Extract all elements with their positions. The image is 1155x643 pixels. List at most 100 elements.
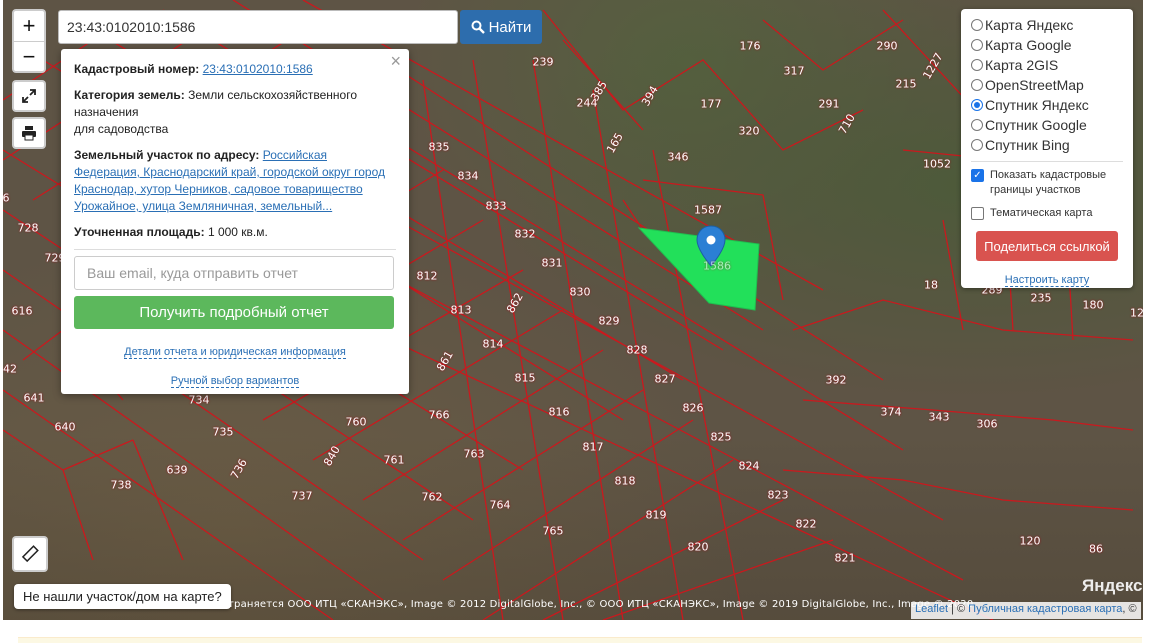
- layer-option-label: Карта 2GIS: [985, 57, 1059, 73]
- find-button-label: Найти: [488, 18, 532, 36]
- cadastral-number-link[interactable]: 23:43:0102010:1586: [203, 62, 313, 76]
- layer-switcher: Карта Яндекс Карта Google Карта 2GIS OpenSt…: [961, 9, 1133, 288]
- parcel-number-label: 812: [416, 269, 438, 283]
- parcel-number-label: 239: [532, 55, 554, 69]
- thematic-map-checkbox[interactable]: [971, 207, 984, 220]
- parcel-number-label: 826: [682, 401, 704, 415]
- divider: [74, 249, 396, 250]
- email-placeholder: Ваш email, куда отправить отчет: [87, 265, 298, 281]
- parcel-number-label: 343: [928, 410, 950, 424]
- parcel-number-label: 762: [421, 490, 443, 504]
- layer-option-label: Спутник Google: [985, 117, 1087, 133]
- cadastral-borders-label: Показать кадастровые границы участков: [990, 169, 1107, 196]
- layer-radio[interactable]: [971, 39, 983, 51]
- parcel-number-label: 616: [11, 304, 33, 318]
- find-button[interactable]: Найти: [460, 10, 542, 44]
- parcel-number-label: 317: [783, 64, 805, 78]
- close-icon[interactable]: ×: [390, 52, 401, 70]
- thematic-map-label: Тематическая карта: [990, 207, 1093, 219]
- parcel-number-label: 641: [23, 391, 45, 405]
- layer-option[interactable]: Карта 2GIS: [971, 55, 1123, 75]
- layer-option[interactable]: Карта Яндекс: [971, 15, 1123, 35]
- share-link-button[interactable]: Поделиться ссылкой: [976, 231, 1118, 261]
- layer-option[interactable]: Спутник Яндекс: [971, 95, 1123, 115]
- layer-option[interactable]: Спутник Bing: [971, 135, 1123, 155]
- parcel-number-label: 18: [924, 278, 938, 292]
- parcel-number-label: 830: [569, 285, 591, 299]
- thematic-map-option[interactable]: Тематическая карта: [971, 206, 1123, 221]
- pkk-link[interactable]: Публичная кадастровая карта: [968, 603, 1122, 615]
- parcel-number-label: 290: [876, 39, 898, 53]
- parcel-number-label: 120: [1019, 534, 1041, 548]
- report-details-link[interactable]: Детали отчета и юридическая информация: [124, 346, 346, 359]
- parcel-number-label: 215: [895, 77, 917, 91]
- parcel-number-label: 834: [457, 169, 479, 183]
- print-button[interactable]: [12, 117, 46, 149]
- attribution-tail: , ©: [1122, 603, 1137, 615]
- parcel-number-label: 291: [818, 97, 840, 111]
- land-use-value: для садоводства: [74, 122, 169, 136]
- configure-map-link[interactable]: Настроить карту: [1004, 274, 1090, 287]
- zoom-control: + −: [12, 9, 46, 73]
- parcel-number-label: 1052: [923, 157, 951, 171]
- zoom-in-button[interactable]: +: [14, 11, 44, 41]
- layer-radio[interactable]: [971, 119, 983, 131]
- parcel-number-label: 828: [626, 343, 648, 357]
- parcel-number-label: 42: [3, 362, 17, 376]
- zoom-out-button[interactable]: −: [14, 41, 44, 71]
- email-field[interactable]: Ваш email, куда отправить отчет: [74, 256, 394, 290]
- map-layer-options: Карта Яндекс Карта Google Карта 2GIS OpenSt…: [971, 15, 1123, 155]
- map-attribution: Leaflet | © Публичная кадастровая карта,…: [911, 602, 1141, 619]
- parcel-number-label: 761: [383, 453, 405, 467]
- manual-selection-link[interactable]: Ручной выбор вариантов: [170, 375, 300, 388]
- cadastral-search-input[interactable]: 23:43:0102010:1586: [58, 10, 458, 44]
- parcel-number-label: 835: [428, 140, 450, 154]
- parcel-number-label: 765: [542, 524, 564, 538]
- ruler-button[interactable]: [12, 536, 48, 572]
- parcel-number-label: 244: [576, 96, 598, 110]
- layer-option-label: Спутник Bing: [985, 137, 1070, 153]
- layer-option[interactable]: OpenStreetMap: [971, 75, 1123, 95]
- leaflet-link[interactable]: Leaflet: [915, 603, 948, 615]
- parcel-number-label: 823: [767, 488, 789, 502]
- layer-option-label: OpenStreetMap: [985, 77, 1084, 93]
- print-icon: [22, 126, 36, 141]
- parcel-info-popup: × Кадастровый номер: 23:43:0102010:1586 …: [61, 49, 409, 394]
- parcel-number-label: 816: [548, 405, 570, 419]
- parcel-number-label: 374: [880, 405, 902, 419]
- parcel-number-label: 827: [654, 372, 676, 386]
- parcel-number-label: 12: [1130, 306, 1143, 320]
- parcel-number-label: 737: [291, 489, 313, 503]
- cadastral-borders-option[interactable]: ✓ Показать кадастровые границы участков: [971, 168, 1123, 198]
- layer-option-label: Спутник Яндекс: [985, 97, 1089, 113]
- layer-radio[interactable]: [971, 99, 983, 111]
- attribution-separator: | ©: [948, 603, 969, 615]
- layer-radio[interactable]: [971, 19, 983, 31]
- parcel-number-label: 6: [3, 191, 10, 205]
- layer-radio[interactable]: [971, 139, 983, 151]
- get-report-button[interactable]: Получить подробный отчет: [74, 296, 394, 329]
- parcel-number-label: 832: [514, 227, 536, 241]
- notice-bar: [18, 637, 1142, 643]
- layer-option[interactable]: Спутник Google: [971, 115, 1123, 135]
- layer-radio[interactable]: [971, 59, 983, 71]
- layer-option[interactable]: Карта Google: [971, 35, 1123, 55]
- parcel-number-label: 814: [482, 337, 504, 351]
- parcel-number-label: 738: [110, 478, 132, 492]
- parcel-number-label: 1587: [694, 203, 722, 217]
- fullscreen-icon: [22, 89, 36, 103]
- layer-option-label: Карта Яндекс: [985, 17, 1074, 33]
- parcel-number-label: 820: [687, 540, 709, 554]
- parcel-number-label: 763: [463, 447, 485, 461]
- address-label: Земельный участок по адресу:: [74, 148, 260, 162]
- parcel-number-label: 735: [212, 425, 234, 439]
- parcel-number-label: 176: [739, 39, 761, 53]
- parcel-number-label: 815: [514, 371, 536, 385]
- parcel-number-label: 822: [795, 517, 817, 531]
- yandex-logo: Яндекс: [1082, 576, 1143, 595]
- parcel-number-label: 833: [485, 199, 507, 213]
- cadastral-borders-checkbox[interactable]: ✓: [971, 169, 984, 182]
- fullscreen-button[interactable]: [12, 80, 46, 112]
- ruler-icon: [21, 545, 39, 563]
- layer-radio[interactable]: [971, 79, 983, 91]
